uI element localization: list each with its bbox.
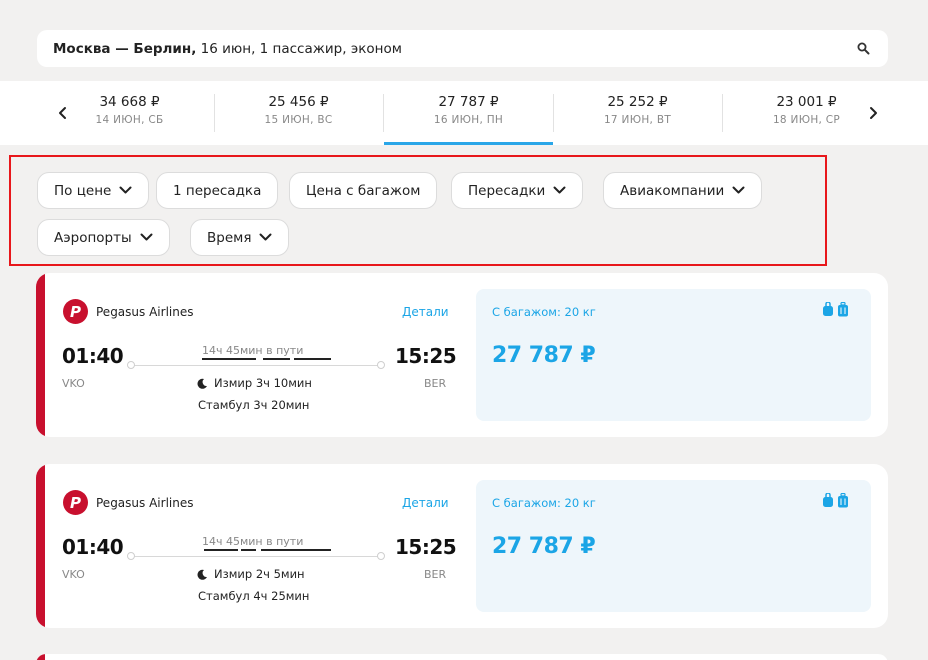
moon-icon bbox=[197, 378, 207, 389]
flight-duration: 14ч 45мин в пути bbox=[202, 535, 304, 548]
pegasus-logo-icon: P bbox=[63, 490, 88, 515]
ticket-price: 27 787 ₽ bbox=[492, 534, 596, 559]
departure-airport-code: VKO bbox=[62, 568, 85, 581]
layover-1: Измир 2ч 5мин bbox=[197, 567, 305, 581]
search-route: Москва — Берлин, bbox=[53, 40, 197, 57]
arrival-point bbox=[377, 552, 385, 560]
flight-segment bbox=[241, 549, 256, 551]
date-day: 15 ИЮН, ВС bbox=[264, 114, 333, 126]
details-link[interactable]: Детали bbox=[402, 305, 449, 319]
date-price: 25 252 ₽ bbox=[607, 94, 668, 110]
chip-label: Аэропорты bbox=[54, 229, 132, 246]
airports-dropdown[interactable]: Аэропорты bbox=[37, 219, 170, 256]
selected-date-indicator bbox=[384, 142, 553, 145]
date-price: 25 456 ₽ bbox=[268, 94, 329, 110]
suitcase-icon bbox=[838, 302, 848, 317]
svg-text:P: P bbox=[70, 303, 81, 321]
airline-color-stripe bbox=[36, 464, 45, 628]
baggage-info: С багажом: 20 кг bbox=[492, 496, 596, 510]
chip-label: Время bbox=[207, 229, 252, 246]
chip-label: 1 пересадка bbox=[173, 182, 262, 199]
arrival-point bbox=[377, 361, 385, 369]
svg-text:P: P bbox=[70, 494, 81, 512]
transfers-dropdown[interactable]: Пересадки bbox=[451, 172, 584, 209]
airline-color-stripe bbox=[36, 273, 45, 437]
search-params: 16 июн, 1 пассажир, эконом bbox=[196, 40, 402, 57]
flight-segment bbox=[204, 549, 238, 551]
chip-label: Цена с багажом bbox=[306, 182, 421, 199]
price-panel[interactable]: С багажом: 20 кг 27 787 ₽ bbox=[476, 289, 871, 421]
date-option[interactable]: 34 668 ₽ 14 ИЮН, СБ bbox=[45, 92, 214, 134]
hand-luggage-icon bbox=[823, 302, 833, 316]
route-line bbox=[131, 365, 381, 366]
arrival-time: 15:25 bbox=[395, 344, 457, 368]
layover-2: Стамбул 4ч 25мин bbox=[198, 589, 310, 603]
hand-luggage-icon bbox=[823, 493, 833, 507]
airlines-dropdown[interactable]: Авиакомпании bbox=[603, 172, 763, 209]
ticket-price: 27 787 ₽ bbox=[492, 343, 596, 368]
date-day: 17 ИЮН, ВТ bbox=[603, 114, 672, 126]
baggage-info: С багажом: 20 кг bbox=[492, 305, 596, 319]
date-option[interactable]: 25 252 ₽ 17 ИЮН, ВТ bbox=[553, 92, 722, 134]
date-price-strip: 34 668 ₽ 14 ИЮН, СБ 25 456 ₽ 15 ИЮН, ВС … bbox=[0, 81, 928, 145]
sort-by-price-dropdown[interactable]: По цене bbox=[37, 172, 150, 209]
date-price: 34 668 ₽ bbox=[99, 94, 160, 110]
pegasus-logo-icon: P bbox=[63, 299, 88, 324]
departure-time: 01:40 bbox=[62, 535, 124, 559]
search-summary[interactable]: Москва — Берлин, 16 июн, 1 пассажир, эко… bbox=[53, 41, 402, 57]
arrival-time: 15:25 bbox=[395, 535, 457, 559]
chevron-down-icon bbox=[732, 186, 745, 194]
flight-card[interactable]: P Pegasus Airlines Детали 01:40 VKO 14ч … bbox=[36, 273, 888, 437]
route-line bbox=[131, 556, 381, 557]
arrival-airport-code: BER bbox=[424, 568, 447, 581]
flight-card-partial[interactable] bbox=[36, 654, 888, 660]
price-with-baggage-filter[interactable]: Цена с багажом bbox=[289, 172, 438, 209]
chevron-down-icon bbox=[259, 233, 272, 241]
airline-color-stripe bbox=[36, 654, 45, 660]
chip-label: Авиакомпании bbox=[620, 182, 725, 199]
chip-label: Пересадки bbox=[468, 182, 546, 199]
chip-label: По цене bbox=[54, 182, 112, 199]
flight-segment bbox=[294, 358, 331, 360]
chevron-right-icon bbox=[870, 107, 877, 119]
arrival-airport-code: BER bbox=[424, 377, 447, 390]
flight-segment bbox=[263, 358, 290, 360]
date-day: 14 ИЮН, СБ bbox=[95, 114, 164, 126]
next-dates-button[interactable] bbox=[858, 81, 888, 145]
suitcase-icon bbox=[838, 493, 848, 508]
departure-point bbox=[127, 552, 135, 560]
baggage-icons bbox=[822, 302, 849, 317]
search-bar[interactable]: Москва — Берлин, 16 июн, 1 пассажир, эко… bbox=[37, 30, 888, 67]
airline-name: Pegasus Airlines bbox=[96, 496, 194, 510]
layover-2: Стамбул 3ч 20мин bbox=[198, 398, 310, 412]
layover-text: Измир 3ч 10мин bbox=[214, 376, 312, 390]
one-stop-filter[interactable]: 1 пересадка bbox=[156, 172, 279, 209]
flight-segment bbox=[261, 549, 331, 551]
date-day: 16 ИЮН, ПН bbox=[433, 114, 504, 126]
layover-text: Измир 2ч 5мин bbox=[214, 567, 305, 581]
departure-time: 01:40 bbox=[62, 344, 124, 368]
flight-segment bbox=[202, 358, 256, 360]
search-icon[interactable] bbox=[857, 42, 870, 55]
time-dropdown[interactable]: Время bbox=[190, 219, 290, 256]
chevron-down-icon bbox=[553, 186, 566, 194]
moon-icon bbox=[197, 569, 207, 580]
date-option[interactable]: 25 456 ₽ 15 ИЮН, ВС bbox=[214, 92, 383, 134]
chevron-down-icon bbox=[119, 186, 132, 194]
details-link[interactable]: Детали bbox=[402, 496, 449, 510]
airline-name: Pegasus Airlines bbox=[96, 305, 194, 319]
chevron-down-icon bbox=[140, 233, 153, 241]
flight-duration: 14ч 45мин в пути bbox=[202, 344, 304, 357]
date-option-selected[interactable]: 27 787 ₽ 16 ИЮН, ПН bbox=[384, 92, 553, 134]
date-price: 27 787 ₽ bbox=[438, 94, 499, 110]
baggage-icons bbox=[822, 493, 849, 508]
flight-card[interactable]: P Pegasus Airlines Детали 01:40 VKO 14ч … bbox=[36, 464, 888, 628]
layover-1: Измир 3ч 10мин bbox=[197, 376, 312, 390]
departure-point bbox=[127, 361, 135, 369]
departure-airport-code: VKO bbox=[62, 377, 85, 390]
price-panel[interactable]: С багажом: 20 кг 27 787 ₽ bbox=[476, 480, 871, 612]
